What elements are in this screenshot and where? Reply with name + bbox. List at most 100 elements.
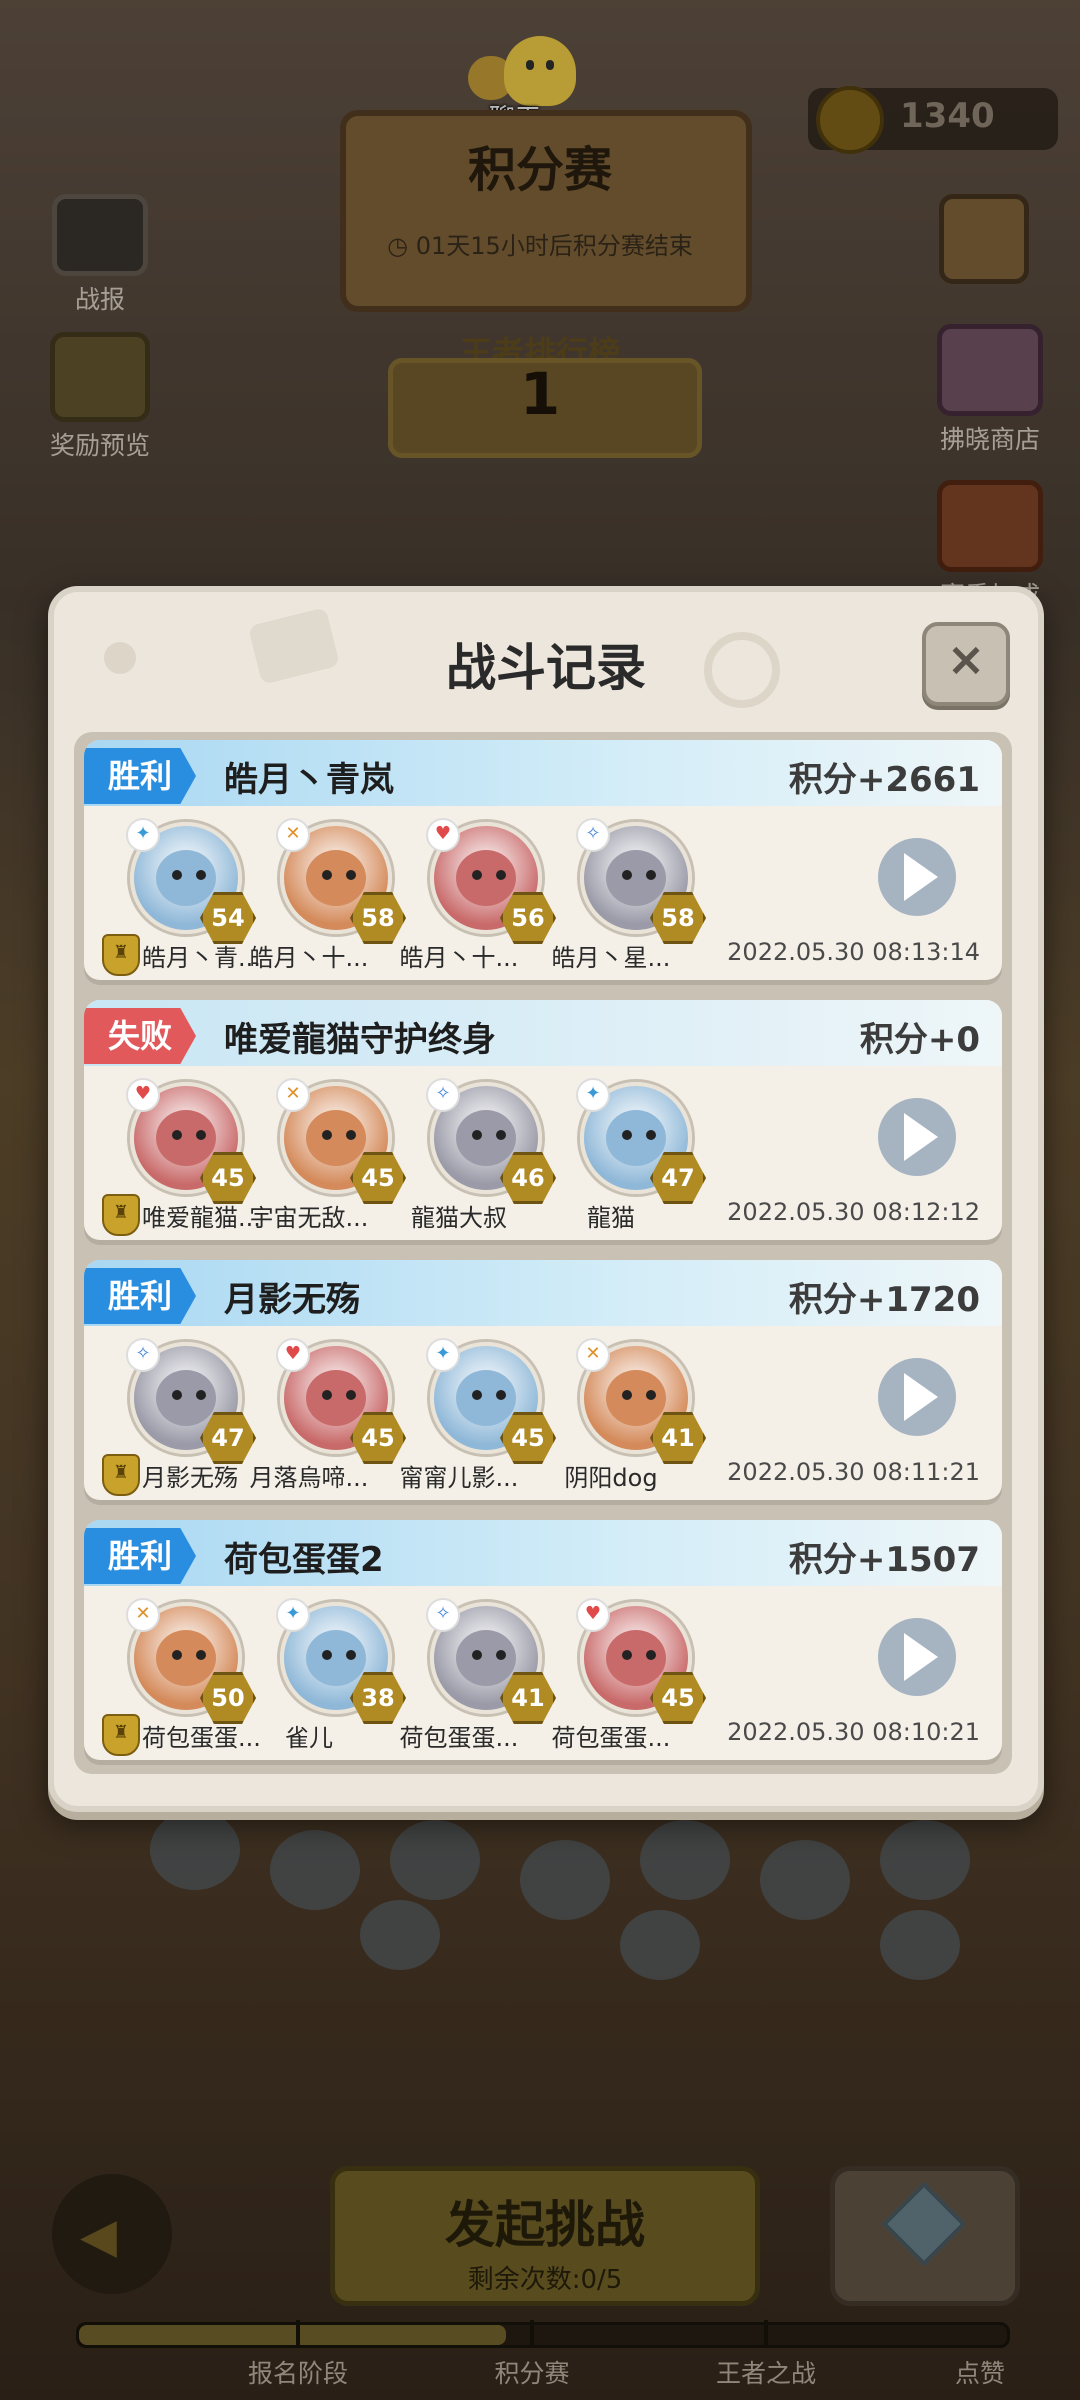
hero-avatar[interactable]: ✧ 58 [576,818,706,944]
hero-eye [646,1130,656,1140]
hero-eye [622,1130,632,1140]
result-tag: 胜利 [84,1268,196,1324]
hero-eye [172,1650,182,1660]
play-icon [904,853,938,901]
hero-eye [622,1390,632,1400]
hero-name: 皓月丶十... [399,944,519,972]
score-change: 积分+1720 [788,1280,980,1320]
hero-name: 月落烏啼... [249,1464,369,1492]
hero-face [606,1630,666,1686]
hero-face [606,1370,666,1426]
hero-eye [346,1650,356,1660]
score-change: 积分+2661 [788,760,980,800]
hero-eye [196,870,206,880]
battle-time: 2022.05.30 08:11:21 [727,1458,980,1486]
hero-eye [172,1390,182,1400]
heart-element-icon: ♥ [426,818,460,852]
sword-element-icon: ✧ [576,818,610,852]
hero-eye [322,870,332,880]
captain-shield-icon: ♜ [102,1454,140,1496]
battle-record-list[interactable]: 胜利 皓月丶青岚 积分+2661 ✦ 54 皓月丶青... ✕ 58 皓月丶十... ♥ 56 皓月丶… [74,732,1012,1774]
water-element-icon: ✦ [126,818,160,852]
heart-element-icon: ♥ [276,1338,310,1372]
hero-eye [472,1390,482,1400]
hero-avatar[interactable]: ✕ 50 [126,1598,256,1724]
water-element-icon: ✦ [426,1338,460,1372]
result-tag: 失败 [84,1008,196,1064]
result-tag: 胜利 [84,748,196,804]
close-button[interactable]: × [922,622,1010,706]
hero-face [306,1630,366,1686]
captain-shield-icon: ♜ [102,1714,140,1756]
opponent-name: 唯爱龍猫守护终身 [224,1020,496,1060]
score-change: 积分+1507 [788,1540,980,1580]
hero-avatar[interactable]: ✦ 54 [126,818,256,944]
play-icon [904,1113,938,1161]
hero-eye [346,1390,356,1400]
water-element-icon: ✦ [276,1598,310,1632]
hero-avatar[interactable]: ✧ 46 [426,1078,556,1204]
hero-face [606,850,666,906]
hero-avatar[interactable]: ✧ 47 [126,1338,256,1464]
hero-eye [196,1390,206,1400]
hero-avatar[interactable]: ✕ 45 [276,1078,406,1204]
hero-eye [346,870,356,880]
hero-avatar[interactable]: ♥ 45 [126,1078,256,1204]
water-element-icon: ✦ [576,1078,610,1112]
hero-avatar[interactable]: ✧ 41 [426,1598,556,1724]
fire-element-icon: ✕ [576,1338,610,1372]
hero-avatar[interactable]: ♥ 45 [276,1338,406,1464]
hero-eye [496,1390,506,1400]
hero-eye [322,1130,332,1140]
hero-face [456,1110,516,1166]
hero-eye [472,1130,482,1140]
replay-button[interactable] [878,1098,956,1176]
hero-avatar[interactable]: ✦ 38 [276,1598,406,1724]
hero-avatar[interactable]: ♥ 45 [576,1598,706,1724]
hero-name: 甯甯儿影... [399,1464,519,1492]
battle-record-card: 胜利 皓月丶青岚 积分+2661 ✦ 54 皓月丶青... ✕ 58 皓月丶十... ♥ 56 皓月丶… [84,740,1002,980]
replay-button[interactable] [878,1358,956,1436]
hero-eye [196,1650,206,1660]
battle-record-card: 失败 唯爱龍猫守护终身 积分+0 ♥ 45 唯爱龍猫... ✕ 45 宇宙无敌... ✧ 46 龍猫大… [84,1000,1002,1240]
hero-eye [622,870,632,880]
fire-element-icon: ✕ [126,1598,160,1632]
replay-button[interactable] [878,838,956,916]
hero-avatar[interactable]: ✦ 45 [426,1338,556,1464]
hero-avatar[interactable]: ✕ 58 [276,818,406,944]
hero-avatar[interactable]: ✦ 47 [576,1078,706,1204]
hero-face [306,1110,366,1166]
fire-element-icon: ✕ [276,1078,310,1112]
hero-eye [172,1130,182,1140]
hero-face [156,850,216,906]
hero-face [156,1110,216,1166]
play-icon [904,1633,938,1681]
hero-name: 阴阳dog [564,1464,658,1492]
hero-eye [646,1650,656,1660]
hero-face [306,850,366,906]
fire-element-icon: ✕ [276,818,310,852]
hero-name: 龍猫 [587,1204,635,1232]
hero-name: 皓月丶星... [551,944,671,972]
hero-eye [322,1390,332,1400]
hero-face [306,1370,366,1426]
hero-eye [172,870,182,880]
hero-eye [496,1130,506,1140]
hero-eye [472,870,482,880]
sword-element-icon: ✧ [126,1338,160,1372]
hero-avatar[interactable]: ✕ 41 [576,1338,706,1464]
opponent-name: 皓月丶青岚 [224,760,394,800]
sword-element-icon: ✧ [426,1078,460,1112]
hero-avatar[interactable]: ♥ 56 [426,818,556,944]
hero-eye [646,870,656,880]
hero-face [456,1370,516,1426]
battle-record-card: 胜利 月影无殇 积分+1720 ✧ 47 月影无殇 ♥ 45 月落烏啼... ✦ 45 甯甯儿影...… [84,1260,1002,1500]
hero-name: 荷包蛋蛋... [551,1724,671,1752]
hero-eye [322,1650,332,1660]
hero-name: 宇宙无敌... [249,1204,369,1232]
battle-time: 2022.05.30 08:10:21 [727,1718,980,1746]
replay-button[interactable] [878,1618,956,1696]
battle-time: 2022.05.30 08:12:12 [727,1198,980,1226]
hero-eye [346,1130,356,1140]
dialog-title: 战斗记录 [446,639,646,697]
